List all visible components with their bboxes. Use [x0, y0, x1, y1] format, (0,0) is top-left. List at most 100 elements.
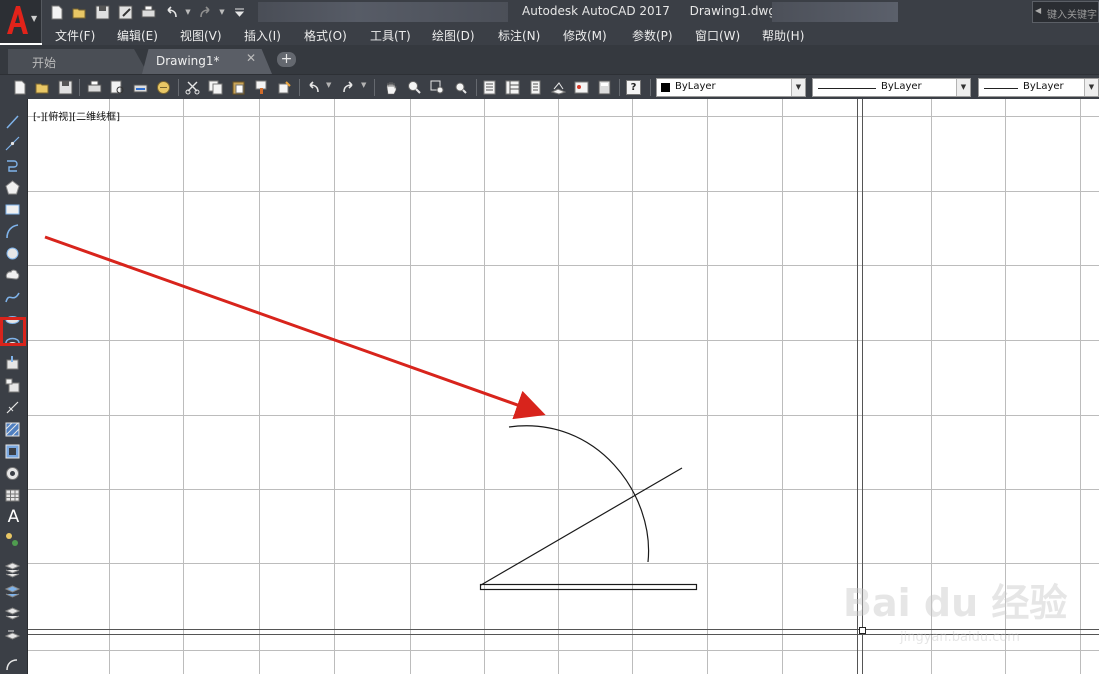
geometry — [479, 425, 698, 591]
polygon-icon[interactable] — [4, 179, 21, 196]
annotation-arrow — [44, 235, 546, 420]
color-control-dropdown[interactable]: ByLayer ▼ — [656, 78, 806, 97]
undo-icon[interactable] — [306, 80, 321, 95]
drawn-line — [480, 467, 683, 586]
3d-dwf-icon[interactable] — [156, 80, 171, 95]
chevron-left-icon: ◀ — [1035, 6, 1042, 15]
tab-start[interactable]: 开始 — [8, 49, 148, 74]
design-center-icon[interactable] — [505, 80, 520, 95]
undo-icon[interactable] — [161, 2, 181, 22]
paste-icon[interactable] — [231, 80, 246, 95]
menu-view[interactable]: 视图(V) — [180, 27, 222, 44]
revision-cloud-icon[interactable] — [4, 267, 21, 284]
linetype-control-dropdown[interactable]: ByLayer ▼ — [812, 78, 971, 97]
arc-icon[interactable] — [4, 223, 21, 240]
redo-dropdown-icon[interactable]: ▼ — [361, 81, 366, 89]
open-icon[interactable] — [69, 2, 89, 22]
toolbar-separator — [476, 79, 477, 96]
copy-icon[interactable] — [208, 80, 223, 95]
cut-icon[interactable] — [185, 80, 200, 95]
new-icon[interactable] — [12, 80, 27, 95]
lineweight-control-dropdown[interactable]: ByLayer ▼ — [978, 78, 1099, 97]
help-icon[interactable]: ? — [626, 80, 641, 95]
color-value: ByLayer — [675, 81, 716, 92]
menu-draw[interactable]: 绘图(D) — [432, 27, 475, 44]
insert-block-icon[interactable] — [4, 355, 21, 372]
line-icon[interactable] — [4, 113, 21, 130]
arc-continue-icon[interactable] — [4, 655, 21, 672]
layer-stack-icon[interactable] — [4, 561, 21, 578]
open-icon[interactable] — [35, 80, 50, 95]
add-selected-icon[interactable] — [4, 531, 21, 548]
redo-dropdown-icon[interactable]: ▼ — [218, 2, 226, 22]
menu-tools[interactable]: 工具(T) — [370, 27, 411, 44]
layer-match-icon[interactable] — [4, 627, 21, 644]
spline-icon[interactable] — [4, 289, 21, 306]
block-editor-icon[interactable] — [277, 80, 292, 95]
document-tab-bar: 开始 Drawing1* — [0, 45, 1099, 74]
menu-file[interactable]: 文件(F) — [55, 27, 95, 44]
plot-icon[interactable] — [87, 80, 102, 95]
point-icon[interactable] — [4, 399, 21, 416]
menu-edit[interactable]: 编辑(E) — [117, 27, 158, 44]
watermark-brand: Bai du 经验 — [843, 581, 1067, 625]
save-icon[interactable] — [92, 2, 112, 22]
linetype-sample — [818, 88, 876, 89]
new-icon[interactable] — [46, 2, 66, 22]
window-title: Autodesk AutoCAD 2017 Drawing1.dwg — [522, 4, 776, 18]
application-menu-button[interactable]: ▼ — [0, 0, 42, 43]
construction-line-icon[interactable] — [4, 135, 21, 152]
region-icon[interactable] — [4, 465, 21, 482]
customize-qat-icon[interactable] — [229, 2, 249, 22]
workspace-switcher-blurred[interactable] — [258, 2, 508, 22]
tool-palettes-icon[interactable] — [528, 80, 543, 95]
plot-preview-icon[interactable] — [110, 80, 125, 95]
zoom-realtime-icon[interactable] — [407, 80, 422, 95]
menu-dimension[interactable]: 标注(N) — [498, 27, 540, 44]
markup-set-manager-icon[interactable] — [574, 80, 589, 95]
circle-icon[interactable] — [4, 245, 21, 262]
quickcalc-icon[interactable] — [597, 80, 612, 95]
undo-dropdown-icon[interactable]: ▼ — [184, 2, 192, 22]
undo-dropdown-icon[interactable]: ▼ — [326, 81, 331, 89]
new-tab-button[interactable]: + — [277, 52, 296, 67]
pan-icon[interactable] — [384, 80, 399, 95]
properties-icon[interactable] — [482, 80, 497, 95]
publish-icon[interactable] — [133, 80, 148, 95]
zoom-previous-icon[interactable] — [453, 80, 468, 95]
polyline-icon[interactable] — [4, 157, 21, 174]
search-input[interactable]: ◀ 键入关键字 — [1032, 1, 1099, 23]
menu-window[interactable]: 窗口(W) — [695, 27, 740, 44]
crosshair-cursor — [859, 627, 866, 634]
layer-previous-icon[interactable] — [4, 605, 21, 622]
save-as-icon[interactable] — [115, 2, 135, 22]
app-title: Autodesk AutoCAD 2017 — [522, 4, 670, 18]
menu-modify[interactable]: 修改(M) — [563, 27, 607, 44]
linetype-value: ByLayer — [881, 81, 922, 92]
redo-icon[interactable] — [195, 2, 215, 22]
autocad-logo-icon — [7, 6, 28, 34]
viewport-controls[interactable]: [-][俯视][二维线框] — [33, 108, 120, 123]
close-icon[interactable]: ✕ — [246, 51, 256, 65]
sheet-set-manager-icon[interactable] — [551, 80, 566, 95]
menu-format[interactable]: 格式(O) — [304, 27, 347, 44]
make-block-icon[interactable] — [4, 377, 21, 394]
menu-help[interactable]: 帮助(H) — [762, 27, 804, 44]
toolbar-separator — [619, 79, 620, 96]
quick-access-toolbar: ▼ ▼ — [46, 2, 249, 22]
save-icon[interactable] — [58, 80, 73, 95]
table-icon[interactable] — [4, 487, 21, 504]
redo-icon[interactable] — [341, 80, 356, 95]
drawing-canvas[interactable]: Bai du 经验 jingyan.baidu.com — [28, 99, 1099, 674]
match-properties-icon[interactable] — [254, 80, 269, 95]
layer-states-icon[interactable] — [4, 583, 21, 600]
multiline-text-icon[interactable]: A — [5, 507, 22, 527]
hatch-icon[interactable] — [4, 421, 21, 438]
zoom-window-icon[interactable] — [430, 80, 445, 95]
watermark-url: jingyan.baidu.com — [899, 630, 1020, 645]
menu-parametric[interactable]: 参数(P) — [632, 27, 673, 44]
plot-icon[interactable] — [138, 2, 158, 22]
rectangle-icon[interactable] — [4, 201, 21, 218]
gradient-icon[interactable] — [4, 443, 21, 460]
menu-insert[interactable]: 插入(I) — [244, 27, 281, 44]
